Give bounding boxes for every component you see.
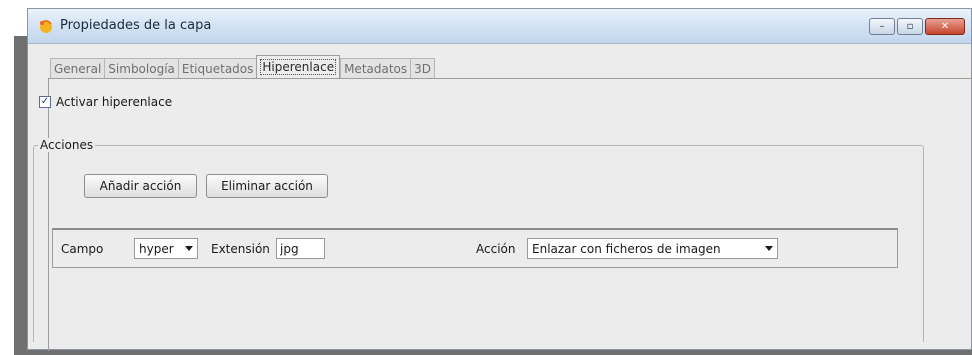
checkmark-icon: ✓ <box>40 96 50 107</box>
tab-general[interactable]: General <box>50 58 105 78</box>
maximize-icon: ▫ <box>906 21 914 32</box>
window-controls: – ▫ ✕ <box>869 18 965 35</box>
minimize-icon: – <box>879 21 885 32</box>
extension-input[interactable] <box>276 238 325 259</box>
tab-bar: General Simbología Etiquetados Hiperenla… <box>50 55 436 78</box>
remove-action-button[interactable]: Eliminar acción <box>206 174 328 198</box>
close-button[interactable]: ✕ <box>925 18 965 35</box>
action-label: Acción <box>476 242 516 256</box>
action-select-value: Enlazar con ficheros de imagen <box>532 241 721 256</box>
chevron-down-icon <box>185 246 193 251</box>
window-title: Propiedades de la capa <box>60 18 212 33</box>
tab-3d[interactable]: 3D <box>410 58 436 78</box>
maximize-button[interactable]: ▫ <box>897 18 923 35</box>
enable-hyperlink-row: ✓ Activar hiperenlace <box>39 95 172 109</box>
tab-hiperenlace[interactable]: Hiperenlace <box>256 55 341 78</box>
field-select-value: hyper <box>139 241 174 256</box>
chevron-down-icon <box>765 246 773 251</box>
enable-hyperlink-checkbox[interactable]: ✓ <box>39 96 51 108</box>
field-select[interactable]: hyper <box>134 238 198 259</box>
field-label: Campo <box>61 242 104 256</box>
add-action-button[interactable]: Añadir acción <box>84 174 197 198</box>
action-select[interactable]: Enlazar con ficheros de imagen <box>527 238 778 259</box>
tab-etiquetados[interactable]: Etiquetados <box>177 58 257 78</box>
close-icon: ✕ <box>940 21 950 32</box>
tab-hiperenlace-label: Hiperenlace <box>260 59 337 75</box>
title-bar[interactable]: Propiedades de la capa – ▫ ✕ <box>28 9 971 44</box>
enable-hyperlink-label[interactable]: Activar hiperenlace <box>56 95 172 109</box>
minimize-button[interactable]: – <box>869 18 895 35</box>
tab-simbologia[interactable]: Simbología <box>104 58 178 78</box>
app-layer-icon <box>40 20 52 33</box>
extension-label: Extensión <box>211 242 270 256</box>
actions-group-title: Acciones <box>38 138 96 152</box>
tab-metadatos[interactable]: Metadatos <box>340 58 411 78</box>
